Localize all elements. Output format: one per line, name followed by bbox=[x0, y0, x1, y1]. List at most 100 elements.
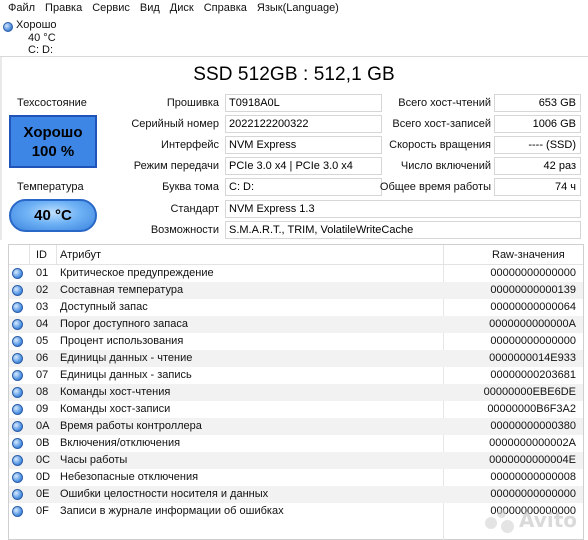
features-value: S.M.A.R.T., TRIM, VolatileWriteCache bbox=[225, 221, 581, 239]
drive-tab-strip: Хорошо 40 °C C: D: bbox=[0, 17, 588, 57]
column-divider bbox=[56, 245, 57, 265]
volume-label: Буква тома bbox=[162, 181, 219, 193]
row-attribute: Часы работы bbox=[60, 454, 128, 466]
disk-title: SSD 512GB : 512,1 GB bbox=[193, 64, 395, 85]
row-attribute: Критическое предупреждение bbox=[60, 267, 214, 279]
table-row[interactable]: 09 Команды хост-записи 00000000B6F3A2 bbox=[9, 401, 583, 418]
row-raw: 00000000000000 bbox=[490, 267, 576, 279]
drive-tab-temp: 40 °C bbox=[28, 32, 56, 44]
menu-help[interactable]: Справка bbox=[199, 0, 252, 17]
row-attribute: Порог доступного запаса bbox=[60, 318, 188, 330]
smart-attributes-table[interactable]: ID Атрибут Raw-значения 01 Критическое пр… bbox=[8, 244, 584, 540]
drive-tab-letters: C: D: bbox=[28, 44, 54, 56]
status-dot-icon bbox=[12, 455, 23, 466]
watermark: Avito bbox=[485, 507, 577, 533]
row-id: 0B bbox=[36, 437, 50, 449]
power-hours-value: 74 ч bbox=[494, 178, 581, 196]
firmware-value: T0918A0L bbox=[225, 94, 382, 112]
status-dot-icon bbox=[12, 438, 23, 449]
table-row[interactable]: 04 Порог доступного запаса 0000000000000A bbox=[9, 316, 583, 333]
host-writes-label: Всего хост-записей bbox=[392, 118, 491, 130]
status-dot-icon bbox=[12, 319, 23, 330]
row-id: 0E bbox=[36, 488, 50, 500]
table-row[interactable]: 08 Команды хост-чтения 00000000EBE6DE bbox=[9, 384, 583, 401]
menu-language[interactable]: Язык(Language) bbox=[252, 0, 344, 17]
table-row[interactable]: 0E Ошибки целостности носителя и данных 00… bbox=[9, 486, 583, 503]
features-label: Возможности bbox=[150, 224, 219, 236]
health-status-text: Хорошо bbox=[23, 123, 83, 141]
row-attribute: Единицы данных - запись bbox=[60, 369, 192, 381]
status-dot-icon bbox=[12, 387, 23, 398]
row-attribute: Команды хост-записи bbox=[60, 403, 171, 415]
status-dot-icon bbox=[12, 268, 23, 279]
table-row[interactable]: 05 Процент использования 00000000000000 bbox=[9, 333, 583, 350]
volume-value: C: D: bbox=[225, 178, 382, 196]
row-attribute: Включения/отключения bbox=[60, 437, 181, 449]
row-id: 0C bbox=[36, 454, 51, 466]
col-header-attribute[interactable]: Атрибут bbox=[60, 249, 101, 261]
temperature-button[interactable]: 40 °C bbox=[9, 199, 97, 232]
table-row[interactable]: 07 Единицы данных - запись 00000000203681 bbox=[9, 367, 583, 384]
status-dot-icon bbox=[12, 285, 23, 296]
menu-tools[interactable]: Сервис bbox=[87, 0, 135, 17]
status-dot-icon bbox=[12, 404, 23, 415]
row-raw: 0000000000004E bbox=[489, 454, 576, 466]
temperature-value: 40 °C bbox=[34, 207, 72, 224]
table-row[interactable]: 03 Доступный запас 00000000000064 bbox=[9, 299, 583, 316]
row-id: 0F bbox=[36, 505, 49, 517]
menu-file[interactable]: Файл bbox=[3, 0, 40, 17]
row-id: 05 bbox=[36, 335, 49, 347]
table-row[interactable]: 06 Единицы данных - чтение 0000000014E933 bbox=[9, 350, 583, 367]
table-row[interactable]: 0B Включения/отключения 0000000000002A bbox=[9, 435, 583, 452]
table-row[interactable]: 01 Критическое предупреждение 000000000000… bbox=[9, 265, 583, 282]
table-row[interactable]: 0D Небезопасные отключения 00000000000008 bbox=[9, 469, 583, 486]
power-hours-label: Общее время работы bbox=[379, 181, 491, 193]
serial-label: Серийный номер bbox=[131, 118, 219, 130]
row-attribute: Команды хост-чтения bbox=[60, 386, 171, 398]
row-id: 03 bbox=[36, 301, 49, 313]
status-dot-icon bbox=[12, 421, 23, 432]
interface-value: NVM Express bbox=[225, 136, 382, 154]
row-raw: 00000000203681 bbox=[490, 369, 576, 381]
row-id: 08 bbox=[36, 386, 49, 398]
standard-label: Стандарт bbox=[170, 203, 219, 215]
watermark-text: Avito bbox=[519, 508, 577, 532]
row-attribute: Записи в журнале информации об ошибках bbox=[60, 505, 284, 517]
row-id: 07 bbox=[36, 369, 49, 381]
row-attribute: Процент использования bbox=[60, 335, 184, 347]
table-row[interactable]: 02 Составная температура 00000000000139 bbox=[9, 282, 583, 299]
row-id: 0A bbox=[36, 420, 50, 432]
menu-view[interactable]: Вид bbox=[135, 0, 165, 17]
host-writes-value: 1006 GB bbox=[494, 115, 581, 133]
row-raw: 00000000000008 bbox=[490, 471, 576, 483]
row-attribute: Ошибки целостности носителя и данных bbox=[60, 488, 269, 500]
row-raw: 00000000000000 bbox=[490, 488, 576, 500]
table-row[interactable]: 0A Время работы контроллера 00000000000380 bbox=[9, 418, 583, 435]
avito-logo-icon bbox=[485, 507, 515, 533]
menu-edit[interactable]: Правка bbox=[40, 0, 87, 17]
host-reads-label: Всего хост-чтений bbox=[398, 97, 491, 109]
status-dot-icon bbox=[12, 506, 23, 517]
menu-bar: Файл Правка Сервис Вид Диск Справка Язык… bbox=[0, 0, 588, 17]
rotation-label: Скорость вращения bbox=[389, 139, 491, 151]
col-header-id[interactable]: ID bbox=[36, 249, 47, 261]
interface-label: Интерфейс bbox=[161, 139, 219, 151]
health-status-button[interactable]: Хорошо 100 % bbox=[9, 115, 97, 168]
row-attribute: Время работы контроллера bbox=[60, 420, 202, 432]
col-header-raw[interactable]: Raw-значения bbox=[492, 249, 565, 261]
host-reads-value: 653 GB bbox=[494, 94, 581, 112]
row-attribute: Доступный запас bbox=[60, 301, 148, 313]
row-raw: 0000000000000A bbox=[489, 318, 576, 330]
drive-tab[interactable]: Хорошо 40 °C C: D: bbox=[2, 18, 60, 56]
menu-disk[interactable]: Диск bbox=[165, 0, 199, 17]
column-divider bbox=[29, 245, 30, 265]
table-row[interactable]: 0C Часы работы 0000000000004E bbox=[9, 452, 583, 469]
status-dot-icon bbox=[12, 336, 23, 347]
row-id: 02 bbox=[36, 284, 49, 296]
row-id: 04 bbox=[36, 318, 49, 330]
row-raw: 00000000000000 bbox=[490, 335, 576, 347]
row-raw: 0000000000002A bbox=[489, 437, 576, 449]
power-count-value: 42 раз bbox=[494, 157, 581, 175]
rotation-value: ---- (SSD) bbox=[494, 136, 581, 154]
transfer-mode-label: Режим передачи bbox=[133, 160, 219, 172]
